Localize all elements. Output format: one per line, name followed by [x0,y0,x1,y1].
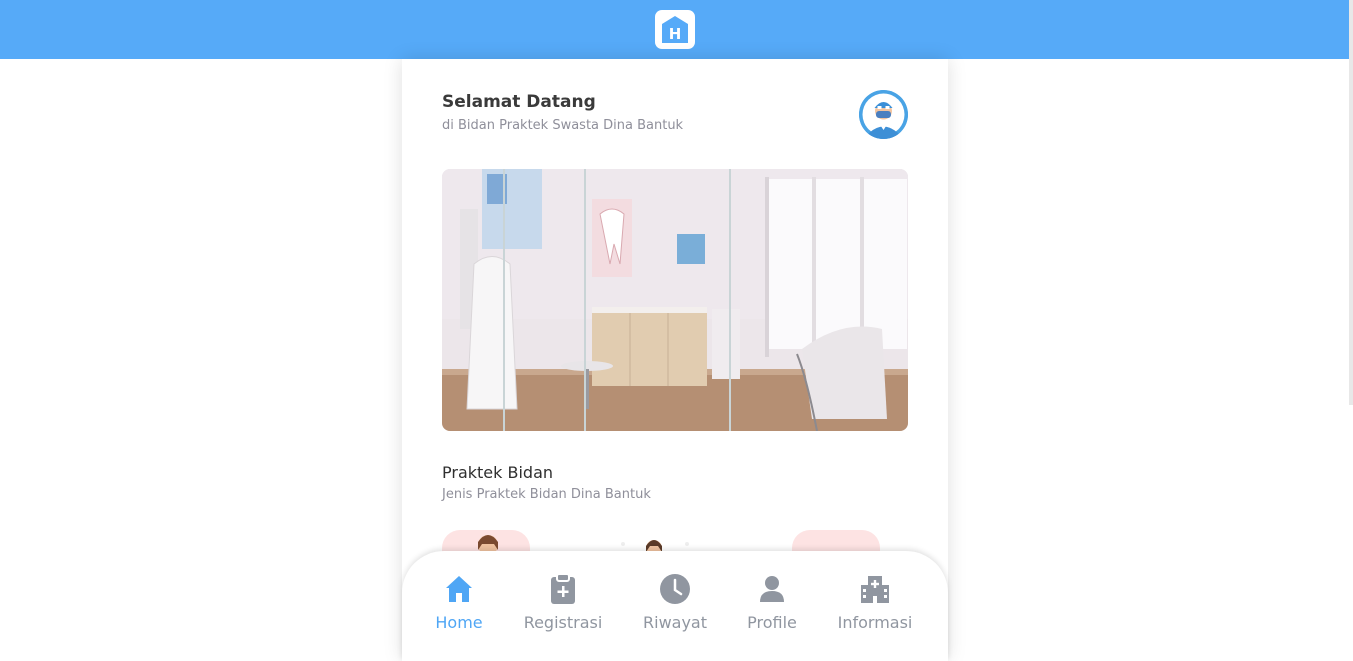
nav-label-home: Home [435,613,483,632]
welcome-title: Selamat Datang [442,92,596,112]
app-logo[interactable]: H [655,10,695,49]
nav-item-registrasi[interactable]: Registrasi [518,551,608,650]
bottom-navigation: Home Registrasi Riwayat Profile Informas… [402,551,948,661]
house-h-logo-icon: H [662,16,688,43]
page-scrollbar[interactable] [1349,0,1353,405]
section-subtitle: Jenis Praktek Bidan Dina Bantuk [442,487,651,502]
welcome-subtitle: di Bidan Praktek Swasta Dina Bantuk [442,118,684,133]
home-icon [446,576,472,602]
nav-label-profile: Profile [747,613,797,632]
clinic-photo [442,169,908,431]
nav-item-profile[interactable]: Profile [737,551,807,650]
hospital-icon [861,576,889,603]
logo-letter: H [669,25,682,43]
doctor-avatar[interactable] [859,90,908,139]
nav-item-home[interactable]: Home [424,551,494,650]
nav-item-riwayat[interactable]: Riwayat [635,551,715,650]
clock-icon [660,574,690,604]
clipboard-plus-icon [551,573,575,604]
section-title: Praktek Bidan [442,463,554,482]
nav-label-registrasi: Registrasi [523,613,603,632]
nav-label-informasi: Informasi [837,613,913,632]
user-icon [760,576,784,602]
top-header-bar: H [0,0,1353,59]
nav-item-informasi[interactable]: Informasi [830,551,920,650]
nav-label-riwayat: Riwayat [643,613,707,632]
